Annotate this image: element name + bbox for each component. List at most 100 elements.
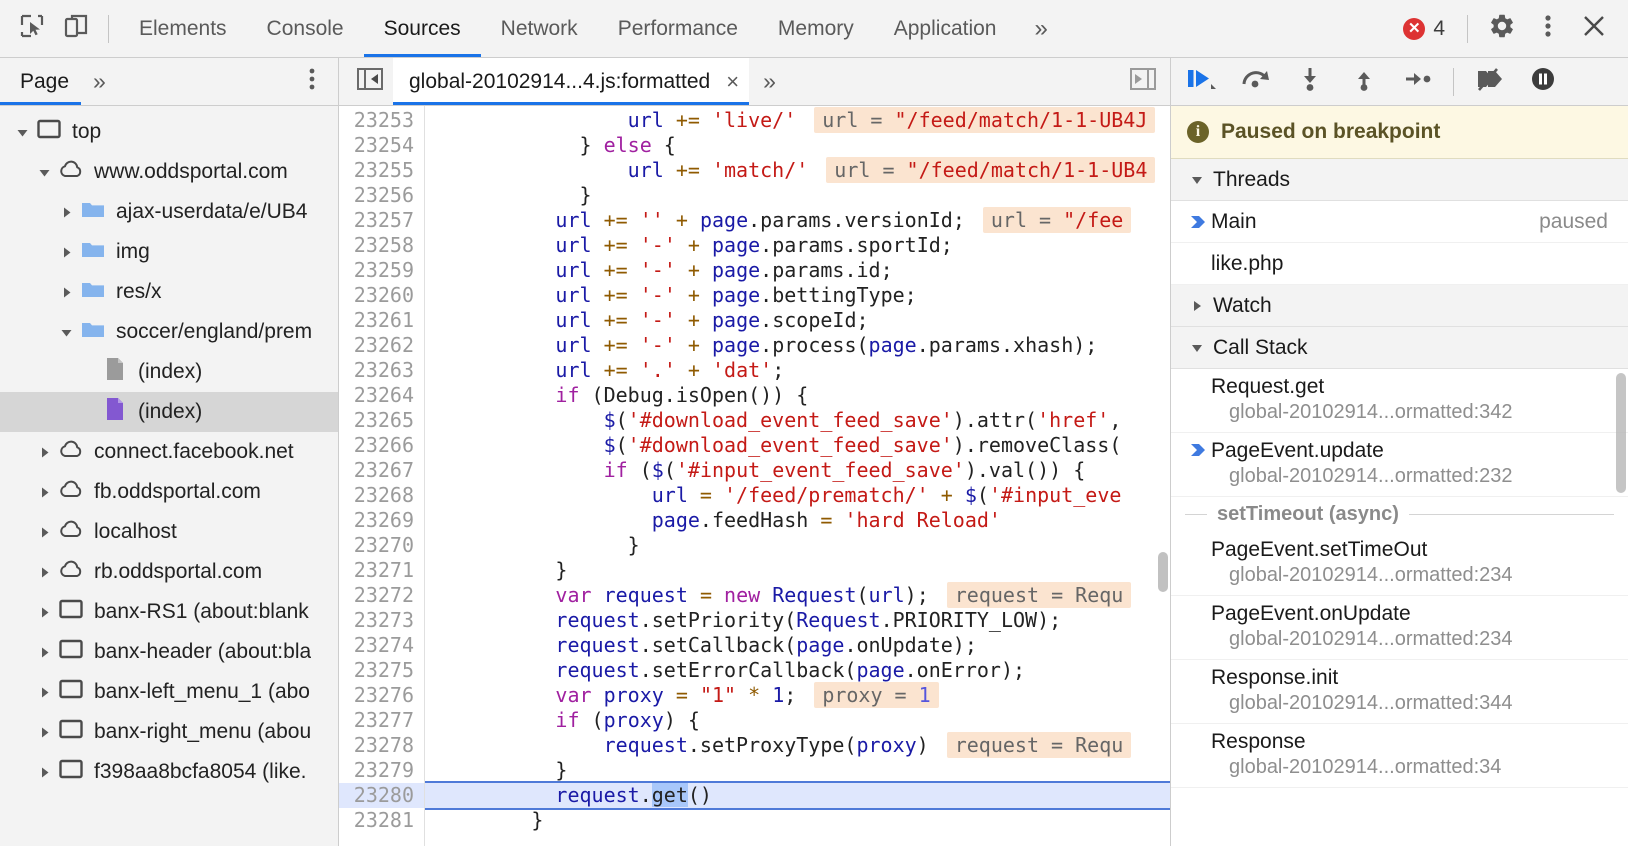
call-stack-frame[interactable]: Request.get global-20102914...ormatted:34… [1171,369,1628,433]
chevron-right-icon[interactable] [32,726,56,739]
source-tabs-overflow-icon[interactable]: » [749,68,788,95]
chevron-down-icon[interactable] [32,166,56,179]
tree-item[interactable]: banx-left_menu_1 (abo [0,672,338,712]
inspect-element-button[interactable] [10,7,54,51]
tree-item[interactable]: (index) [0,392,338,432]
toggle-debugger-button[interactable] [1120,58,1166,106]
chevron-right-icon[interactable] [54,246,78,259]
code-line[interactable]: var proxy = "1" * 1; proxy = 1 [425,682,1170,708]
line-number[interactable]: 23274 [339,633,424,658]
step-into-button[interactable] [1283,60,1337,104]
call-stack-section-header[interactable]: Call Stack [1171,327,1628,369]
resume-button[interactable] [1175,60,1229,104]
line-number[interactable]: 23280 [339,783,424,808]
code-line[interactable]: if (Debug.isOpen()) { [425,383,1170,408]
source-file-tab[interactable]: global-20102914...4.js:formatted × [393,58,750,105]
tree-item[interactable]: f398aa8bcfa8054 (like. [0,752,338,792]
tab-console[interactable]: Console [247,0,364,57]
code-line[interactable]: } [425,558,1170,583]
code-line[interactable]: page.feedHash = 'hard Reload' [425,508,1170,533]
line-number[interactable]: 23273 [339,608,424,633]
line-number[interactable]: 23253 [339,108,424,133]
tab-elements[interactable]: Elements [119,0,247,57]
code-line[interactable]: url = '/feed/prematch/' + $('#input_eve [425,483,1170,508]
close-devtools-button[interactable] [1572,7,1616,51]
tab-performance[interactable]: Performance [598,0,758,57]
line-number[interactable]: 23255 [339,158,424,183]
close-icon[interactable]: × [726,70,739,93]
line-number[interactable]: 23278 [339,733,424,758]
navigator-menu-button[interactable] [292,62,332,102]
code-line[interactable]: } else { [425,133,1170,158]
call-stack-frame[interactable]: PageEvent.onUpdate global-20102914...orma… [1171,596,1628,660]
line-number[interactable]: 23265 [339,408,424,433]
editor-vertical-scrollbar[interactable] [1158,552,1168,592]
call-stack-frame[interactable]: Response global-20102914...ormatted:34 [1171,724,1628,788]
more-panels-icon[interactable]: » [1016,15,1063,43]
error-count-badge[interactable]: ✕ 4 [1393,17,1455,41]
line-number[interactable]: 23269 [339,508,424,533]
step-over-button[interactable] [1229,60,1283,104]
tab-memory[interactable]: Memory [758,0,874,57]
code-line[interactable]: } [425,758,1170,783]
tree-item[interactable]: res/x [0,272,338,312]
chevron-right-icon[interactable] [54,206,78,219]
call-stack-frame[interactable]: Response.init global-20102914...ormatted:… [1171,660,1628,724]
line-number[interactable]: 23275 [339,658,424,683]
code-line[interactable]: } [425,533,1170,558]
line-number[interactable]: 23276 [339,683,424,708]
line-number[interactable]: 23268 [339,483,424,508]
pause-on-exceptions-button[interactable] [1516,60,1570,104]
line-number[interactable]: 23254 [339,133,424,158]
chevron-right-icon[interactable] [32,646,56,659]
tree-item[interactable]: banx-right_menu (abou [0,712,338,752]
line-number[interactable]: 23257 [339,208,424,233]
code-line[interactable]: } [425,183,1170,208]
code-line[interactable]: request.setErrorCallback(page.onError); [425,658,1170,683]
line-number[interactable]: 23279 [339,758,424,783]
chevron-right-icon[interactable] [32,686,56,699]
tree-item[interactable]: img [0,232,338,272]
line-number-gutter[interactable]: 23253 23254 23255 23256 23257 23258 23259 23260… [339,106,425,846]
call-stack-frame[interactable]: PageEvent.setTimeOut global-20102914...or… [1171,532,1628,596]
code-line[interactable]: url += 'live/' url = "/feed/match/1-1-UB4… [425,107,1170,133]
code-line[interactable]: url += '-' + page.bettingType; [425,283,1170,308]
code-line[interactable]: url += '-' + page.params.id; [425,258,1170,283]
line-number[interactable]: 23281 [339,808,424,833]
line-number[interactable]: 23259 [339,258,424,283]
line-number[interactable]: 23258 [339,233,424,258]
tree-item[interactable]: connect.facebook.net [0,432,338,472]
tree-item[interactable]: banx-header (about:bla [0,632,338,672]
call-stack-frame[interactable]: PageEvent.update global-20102914...ormatt… [1171,433,1628,497]
line-number[interactable]: 23272 [339,583,424,608]
tree-item[interactable]: top [0,112,338,152]
line-number[interactable]: 23271 [339,558,424,583]
call-stack-scroll-area[interactable]: Request.get global-20102914...ormatted:34… [1171,369,1628,846]
chevron-down-icon[interactable] [10,126,34,139]
thread-row[interactable]: Main paused [1171,201,1628,243]
code-editor[interactable]: 23253 23254 23255 23256 23257 23258 23259 23260… [339,106,1170,846]
tree-item[interactable]: (index) [0,352,338,392]
tab-network[interactable]: Network [481,0,598,57]
tree-item[interactable]: rb.oddsportal.com [0,552,338,592]
code-line[interactable]: url += '-' + page.process(page.params.xh… [425,333,1170,358]
tree-item[interactable]: localhost [0,512,338,552]
code-line[interactable]: var request = new Request(url); request =… [425,582,1170,608]
line-number[interactable]: 23256 [339,183,424,208]
line-number[interactable]: 23270 [339,533,424,558]
line-number[interactable]: 23260 [339,283,424,308]
code-line[interactable]: url += '.' + 'dat'; [425,358,1170,383]
line-number[interactable]: 23262 [339,333,424,358]
code-line[interactable]: url += '' + page.params.versionId; url = … [425,207,1170,233]
toggle-navigator-button[interactable] [347,58,393,106]
line-number[interactable]: 23266 [339,433,424,458]
tree-item[interactable]: www.oddsportal.com [0,152,338,192]
watch-section-header[interactable]: Watch [1171,285,1628,327]
line-number[interactable]: 23264 [339,383,424,408]
threads-section-header[interactable]: Threads [1171,159,1628,201]
tree-item[interactable]: ajax-userdata/e/UB4 [0,192,338,232]
chevron-right-icon[interactable] [32,526,56,539]
thread-row[interactable]: like.php [1171,243,1628,285]
code-line[interactable]: url += 'match/' url = "/feed/match/1-1-UB… [425,157,1170,183]
chevron-right-icon[interactable] [32,606,56,619]
